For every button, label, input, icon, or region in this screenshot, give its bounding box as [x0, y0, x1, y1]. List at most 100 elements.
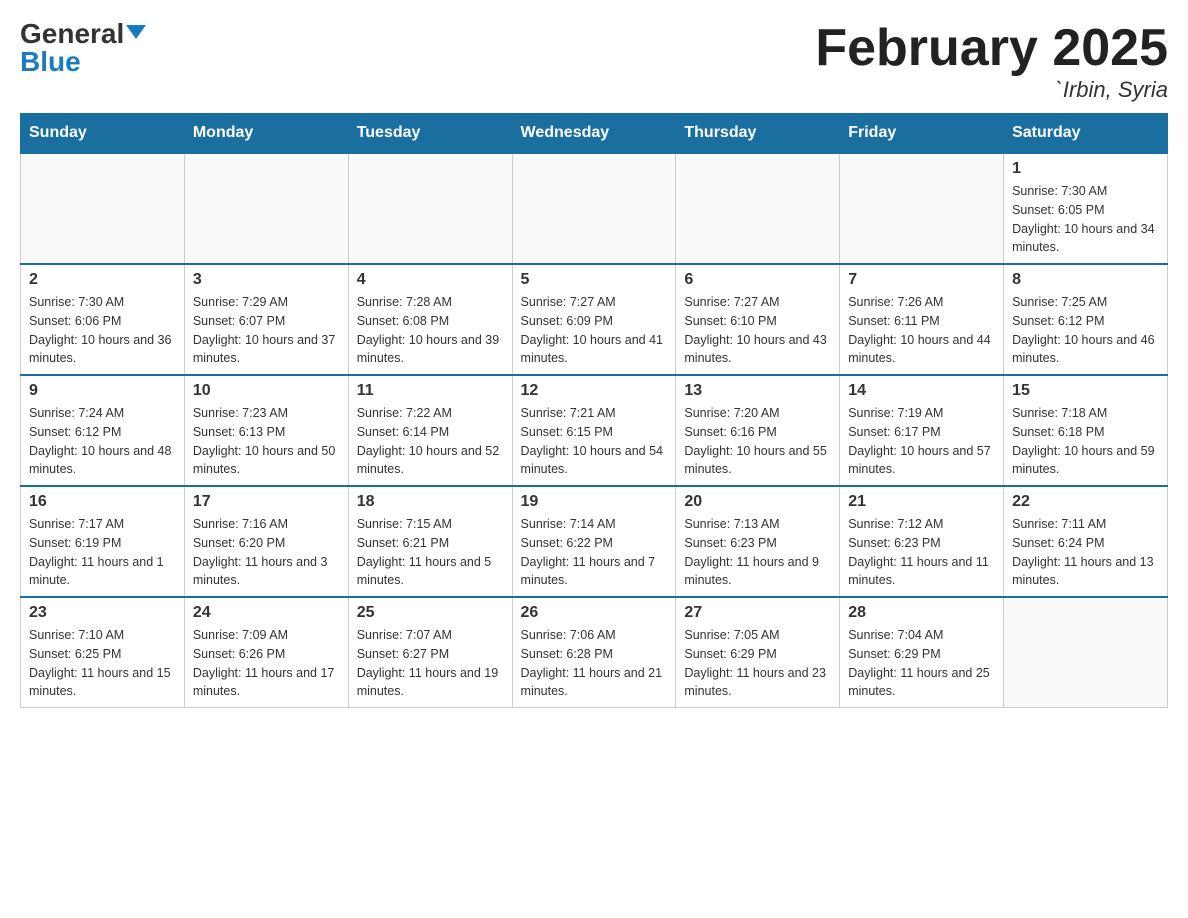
header-tuesday: Tuesday — [348, 114, 512, 154]
day-number-23: 23 — [29, 604, 176, 622]
day-info-5: Sunrise: 7:27 AMSunset: 6:09 PMDaylight:… — [521, 293, 668, 368]
header-thursday: Thursday — [676, 114, 840, 154]
page-header: General Blue February 2025 `Irbin, Syria — [20, 20, 1168, 103]
calendar-cell-w3-d4: 20 Sunrise: 7:13 AMSunset: 6:23 PMDayligh… — [676, 486, 840, 597]
calendar-cell-w2-d0: 9 Sunrise: 7:24 AMSunset: 6:12 PMDaylight… — [21, 375, 185, 486]
day-info-14: Sunrise: 7:19 AMSunset: 6:17 PMDaylight:… — [848, 404, 995, 479]
day-info-13: Sunrise: 7:20 AMSunset: 6:16 PMDaylight:… — [684, 404, 831, 479]
calendar-cell-w1-d5: 7Sunrise: 7:26 AMSunset: 6:11 PMDaylight… — [840, 264, 1004, 375]
logo-general-text: General — [20, 20, 124, 48]
day-number-15: 15 — [1012, 382, 1159, 400]
calendar-cell-w2-d6: 15 Sunrise: 7:18 AMSunset: 6:18 PMDayligh… — [1004, 375, 1168, 486]
day-info-21: Sunrise: 7:12 AMSunset: 6:23 PMDaylight:… — [848, 515, 995, 590]
header-monday: Monday — [184, 114, 348, 154]
day-number-2: 2 — [29, 271, 176, 289]
day-number-19: 19 — [521, 493, 668, 511]
logo-arrow-icon — [126, 25, 146, 39]
header-wednesday: Wednesday — [512, 114, 676, 154]
day-number-12: 12 — [521, 382, 668, 400]
day-number-9: 9 — [29, 382, 176, 400]
day-number-16: 16 — [29, 493, 176, 511]
day-info-11: Sunrise: 7:22 AMSunset: 6:14 PMDaylight:… — [357, 404, 504, 479]
day-info-15: Sunrise: 7:18 AMSunset: 6:18 PMDaylight:… — [1012, 404, 1159, 479]
day-number-3: 3 — [193, 271, 340, 289]
week-row-2: 9 Sunrise: 7:24 AMSunset: 6:12 PMDaylight… — [21, 375, 1168, 486]
day-number-18: 18 — [357, 493, 504, 511]
calendar-cell-w4-d3: 26 Sunrise: 7:06 AMSunset: 6:28 PMDayligh… — [512, 597, 676, 708]
day-number-4: 4 — [357, 271, 504, 289]
day-number-26: 26 — [521, 604, 668, 622]
calendar-cell-w1-d2: 4 Sunrise: 7:28 AMSunset: 6:08 PMDaylight… — [348, 264, 512, 375]
calendar-cell-w1-d3: 5 Sunrise: 7:27 AMSunset: 6:09 PMDaylight… — [512, 264, 676, 375]
calendar-cell-w4-d5: 28Sunrise: 7:04 AMSunset: 6:29 PMDayligh… — [840, 597, 1004, 708]
day-info-18: Sunrise: 7:15 AMSunset: 6:21 PMDaylight:… — [357, 515, 504, 590]
day-info-16: Sunrise: 7:17 AMSunset: 6:19 PMDaylight:… — [29, 515, 176, 590]
calendar-cell-w3-d0: 16 Sunrise: 7:17 AMSunset: 6:19 PMDayligh… — [21, 486, 185, 597]
calendar-cell-w3-d1: 17 Sunrise: 7:16 AMSunset: 6:20 PMDayligh… — [184, 486, 348, 597]
day-number-20: 20 — [684, 493, 831, 511]
day-number-5: 5 — [521, 271, 668, 289]
logo-blue-text: Blue — [20, 48, 81, 76]
calendar-cell-w2-d3: 12Sunrise: 7:21 AMSunset: 6:15 PMDayligh… — [512, 375, 676, 486]
day-info-26: Sunrise: 7:06 AMSunset: 6:28 PMDaylight:… — [521, 626, 668, 701]
calendar-cell-w4-d6 — [1004, 597, 1168, 708]
day-info-10: Sunrise: 7:23 AMSunset: 6:13 PMDaylight:… — [193, 404, 340, 479]
weekday-header-row: Sunday Monday Tuesday Wednesday Thursday… — [21, 114, 1168, 154]
title-section: February 2025 `Irbin, Syria — [815, 20, 1168, 103]
week-row-1: 2 Sunrise: 7:30 AMSunset: 6:06 PMDaylight… — [21, 264, 1168, 375]
day-info-6: Sunrise: 7:27 AMSunset: 6:10 PMDaylight:… — [684, 293, 831, 368]
calendar-table: Sunday Monday Tuesday Wednesday Thursday… — [20, 113, 1168, 708]
day-number-10: 10 — [193, 382, 340, 400]
calendar-cell-w4-d2: 25 Sunrise: 7:07 AMSunset: 6:27 PMDayligh… — [348, 597, 512, 708]
day-number-14: 14 — [848, 382, 995, 400]
calendar-cell-w3-d5: 21 Sunrise: 7:12 AMSunset: 6:23 PMDayligh… — [840, 486, 1004, 597]
day-number-11: 11 — [357, 382, 504, 400]
calendar-cell-w3-d3: 19Sunrise: 7:14 AMSunset: 6:22 PMDayligh… — [512, 486, 676, 597]
header-friday: Friday — [840, 114, 1004, 154]
day-info-27: Sunrise: 7:05 AMSunset: 6:29 PMDaylight:… — [684, 626, 831, 701]
day-info-25: Sunrise: 7:07 AMSunset: 6:27 PMDaylight:… — [357, 626, 504, 701]
header-saturday: Saturday — [1004, 114, 1168, 154]
day-number-21: 21 — [848, 493, 995, 511]
calendar-cell-w3-d2: 18 Sunrise: 7:15 AMSunset: 6:21 PMDayligh… — [348, 486, 512, 597]
day-number-27: 27 — [684, 604, 831, 622]
calendar-cell-w1-d0: 2 Sunrise: 7:30 AMSunset: 6:06 PMDaylight… — [21, 264, 185, 375]
calendar-cell-w2-d2: 11 Sunrise: 7:22 AMSunset: 6:14 PMDayligh… — [348, 375, 512, 486]
day-info-22: Sunrise: 7:11 AMSunset: 6:24 PMDaylight:… — [1012, 515, 1159, 590]
day-number-25: 25 — [357, 604, 504, 622]
location: `Irbin, Syria — [815, 77, 1168, 103]
week-row-0: 1 Sunrise: 7:30 AMSunset: 6:05 PMDaylight… — [21, 153, 1168, 264]
day-number-24: 24 — [193, 604, 340, 622]
day-info-20: Sunrise: 7:13 AMSunset: 6:23 PMDaylight:… — [684, 515, 831, 590]
day-info-8: Sunrise: 7:25 AMSunset: 6:12 PMDaylight:… — [1012, 293, 1159, 368]
day-info-23: Sunrise: 7:10 AMSunset: 6:25 PMDaylight:… — [29, 626, 176, 701]
day-info-9: Sunrise: 7:24 AMSunset: 6:12 PMDaylight:… — [29, 404, 176, 479]
day-info-17: Sunrise: 7:16 AMSunset: 6:20 PMDaylight:… — [193, 515, 340, 590]
calendar-cell-w2-d4: 13Sunrise: 7:20 AMSunset: 6:16 PMDayligh… — [676, 375, 840, 486]
calendar-cell-w2-d1: 10 Sunrise: 7:23 AMSunset: 6:13 PMDayligh… — [184, 375, 348, 486]
logo: General Blue — [20, 20, 146, 76]
week-row-3: 16 Sunrise: 7:17 AMSunset: 6:19 PMDayligh… — [21, 486, 1168, 597]
day-info-4: Sunrise: 7:28 AMSunset: 6:08 PMDaylight:… — [357, 293, 504, 368]
day-info-24: Sunrise: 7:09 AMSunset: 6:26 PMDaylight:… — [193, 626, 340, 701]
day-number-8: 8 — [1012, 271, 1159, 289]
day-number-28: 28 — [848, 604, 995, 622]
day-info-2: Sunrise: 7:30 AMSunset: 6:06 PMDaylight:… — [29, 293, 176, 368]
day-info-3: Sunrise: 7:29 AMSunset: 6:07 PMDaylight:… — [193, 293, 340, 368]
calendar-cell-w0-d4 — [676, 153, 840, 264]
day-number-22: 22 — [1012, 493, 1159, 511]
calendar-cell-w4-d0: 23 Sunrise: 7:10 AMSunset: 6:25 PMDayligh… — [21, 597, 185, 708]
calendar-cell-w1-d6: 8 Sunrise: 7:25 AMSunset: 6:12 PMDaylight… — [1004, 264, 1168, 375]
calendar-cell-w0-d1 — [184, 153, 348, 264]
day-info-1: Sunrise: 7:30 AMSunset: 6:05 PMDaylight:… — [1012, 182, 1159, 257]
day-number-17: 17 — [193, 493, 340, 511]
week-row-4: 23 Sunrise: 7:10 AMSunset: 6:25 PMDayligh… — [21, 597, 1168, 708]
calendar-cell-w0-d6: 1 Sunrise: 7:30 AMSunset: 6:05 PMDaylight… — [1004, 153, 1168, 264]
day-number-1: 1 — [1012, 160, 1159, 178]
month-title: February 2025 — [815, 20, 1168, 77]
day-number-6: 6 — [684, 271, 831, 289]
day-number-7: 7 — [848, 271, 995, 289]
calendar-cell-w0-d2 — [348, 153, 512, 264]
calendar-cell-w4-d4: 27 Sunrise: 7:05 AMSunset: 6:29 PMDayligh… — [676, 597, 840, 708]
calendar-cell-w3-d6: 22 Sunrise: 7:11 AMSunset: 6:24 PMDayligh… — [1004, 486, 1168, 597]
